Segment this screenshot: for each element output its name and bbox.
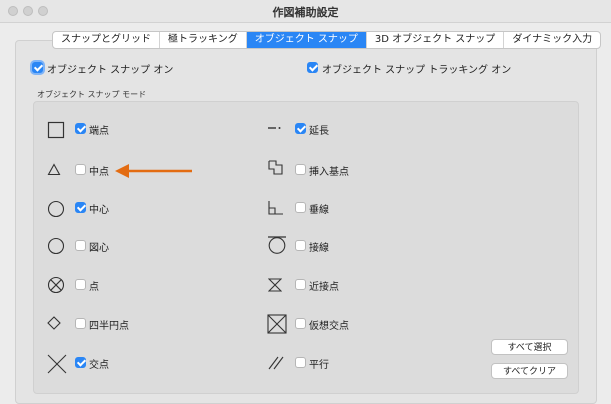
extension-label: 延長 bbox=[309, 126, 329, 137]
group-title: オブジェクト スナップ モード bbox=[37, 90, 147, 99]
endpoint-label: 端点 bbox=[89, 126, 109, 137]
quadrant-label: 四半円点 bbox=[89, 321, 129, 332]
parallel-checkbox[interactable] bbox=[295, 357, 306, 368]
perpendicular-label: 垂線 bbox=[309, 205, 329, 216]
title-bar: 作図補助設定 bbox=[0, 0, 611, 23]
center-label: 中心 bbox=[89, 205, 109, 216]
extension-icon bbox=[268, 127, 281, 129]
node-checkbox[interactable] bbox=[75, 279, 86, 290]
quadrant-checkbox[interactable] bbox=[75, 318, 86, 329]
node-icon bbox=[47, 276, 65, 294]
osnap-on-label: オブジェクト スナップ オン bbox=[47, 65, 174, 76]
perpendicular-icon bbox=[268, 201, 283, 215]
osnap-tracking-label: オブジェクト スナップ トラッキング オン bbox=[322, 65, 512, 76]
apparent-intersection-label: 仮想交点 bbox=[309, 321, 349, 332]
nearest-hourglass-icon bbox=[268, 278, 282, 292]
apparent-intersection-checkbox[interactable] bbox=[295, 318, 306, 329]
apparent-intersection-icon bbox=[267, 314, 287, 334]
nearest-label: 近接点 bbox=[309, 282, 339, 293]
extension-checkbox[interactable] bbox=[295, 123, 306, 134]
midpoint-triangle-icon bbox=[47, 163, 61, 176]
dialog-window: 作図補助設定 スナップとグリッド 極トラッキング オブジェクト スナップ 3D … bbox=[0, 0, 611, 404]
node-label: 点 bbox=[89, 282, 99, 293]
parallel-label: 平行 bbox=[309, 360, 329, 371]
tangent-checkbox[interactable] bbox=[295, 240, 306, 251]
osnap-on-checkbox[interactable] bbox=[32, 62, 43, 73]
tab-bar: スナップとグリッド 極トラッキング オブジェクト スナップ 3D オブジェクト … bbox=[52, 31, 602, 49]
perpendicular-checkbox[interactable] bbox=[295, 202, 306, 213]
geometric-center-checkbox[interactable] bbox=[75, 240, 86, 251]
intersection-label: 交点 bbox=[89, 360, 109, 371]
center-circle-icon bbox=[47, 200, 65, 218]
endpoint-checkbox[interactable] bbox=[75, 123, 86, 134]
parallel-icon bbox=[268, 356, 284, 370]
geometric-center-label: 図心 bbox=[89, 243, 109, 254]
insertion-icon bbox=[268, 160, 283, 175]
geometric-center-icon bbox=[47, 237, 65, 255]
insertion-label: 挿入基点 bbox=[309, 167, 349, 178]
intersection-checkbox[interactable] bbox=[75, 357, 86, 368]
tab-polar-tracking[interactable]: 極トラッキング bbox=[160, 32, 247, 48]
clear-all-button[interactable]: すべてクリア bbox=[491, 363, 568, 379]
select-all-button[interactable]: すべて選択 bbox=[491, 339, 568, 355]
quadrant-diamond-icon bbox=[47, 316, 61, 330]
center-checkbox[interactable] bbox=[75, 202, 86, 213]
tab-dynamic-input[interactable]: ダイナミック入力 bbox=[504, 32, 600, 48]
endpoint-square-icon bbox=[47, 121, 65, 139]
midpoint-label: 中点 bbox=[89, 167, 109, 178]
osnap-tracking-checkbox[interactable] bbox=[307, 62, 318, 73]
nearest-checkbox[interactable] bbox=[295, 279, 306, 290]
window-title: 作図補助設定 bbox=[272, 6, 339, 19]
tangent-icon bbox=[268, 236, 286, 254]
tab-snap-and-grid[interactable]: スナップとグリッド bbox=[53, 32, 160, 48]
insertion-checkbox[interactable] bbox=[295, 164, 306, 175]
tangent-label: 接線 bbox=[309, 243, 329, 254]
intersection-x-icon bbox=[47, 354, 67, 374]
tab-object-snap[interactable]: オブジェクト スナップ bbox=[246, 32, 367, 48]
midpoint-checkbox[interactable] bbox=[75, 164, 86, 175]
annotation-arrow-icon bbox=[115, 164, 192, 178]
tab-3d-object-snap[interactable]: 3D オブジェクト スナップ bbox=[367, 32, 505, 48]
